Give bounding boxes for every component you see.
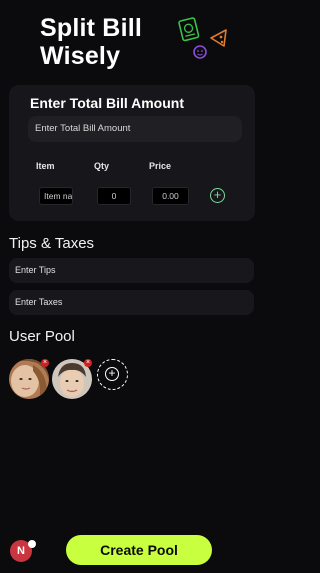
remove-user-icon[interactable]: × [41, 359, 49, 367]
plus-icon: + [213, 187, 222, 202]
split-bill-app: Split Bill Wisely Enter Total Bill Amoun… [0, 0, 266, 573]
smiley-icon [193, 45, 207, 59]
add-user-button[interactable]: + [97, 359, 128, 390]
total-bill-input[interactable]: Enter Total Bill Amount [28, 116, 242, 142]
taxes-input[interactable]: Enter Taxes [9, 290, 254, 315]
pizza-icon [210, 29, 227, 47]
receipt-icon [178, 17, 200, 42]
bill-heading: Enter Total Bill Amount [30, 95, 184, 111]
status-indicator [28, 540, 36, 548]
header: Split Bill Wisely [0, 0, 266, 80]
column-price-header: Price [149, 161, 172, 171]
add-item-button[interactable]: + [210, 188, 225, 203]
tips-input[interactable]: Enter Tips [9, 258, 254, 283]
page-title: Split Bill Wisely [40, 14, 142, 70]
user-pool-heading: User Pool [9, 328, 75, 345]
item-name-input[interactable]: Item na [39, 187, 73, 205]
qty-input[interactable]: 0 [97, 187, 131, 205]
user-avatar-2[interactable]: × [52, 359, 92, 399]
plus-icon: + [105, 367, 119, 381]
tips-taxes-heading: Tips & Taxes [9, 235, 95, 252]
decorative-icons [178, 17, 227, 59]
user-avatar-1[interactable]: × [9, 359, 49, 399]
remove-user-icon[interactable]: × [84, 359, 92, 367]
column-qty-header: Qty [94, 161, 110, 171]
bill-card: Enter Total Bill Amount Enter Total Bill… [9, 85, 255, 221]
column-item-header: Item [36, 161, 55, 171]
create-pool-button[interactable]: Create Pool [66, 535, 212, 565]
price-input[interactable]: 0.00 [152, 187, 189, 205]
